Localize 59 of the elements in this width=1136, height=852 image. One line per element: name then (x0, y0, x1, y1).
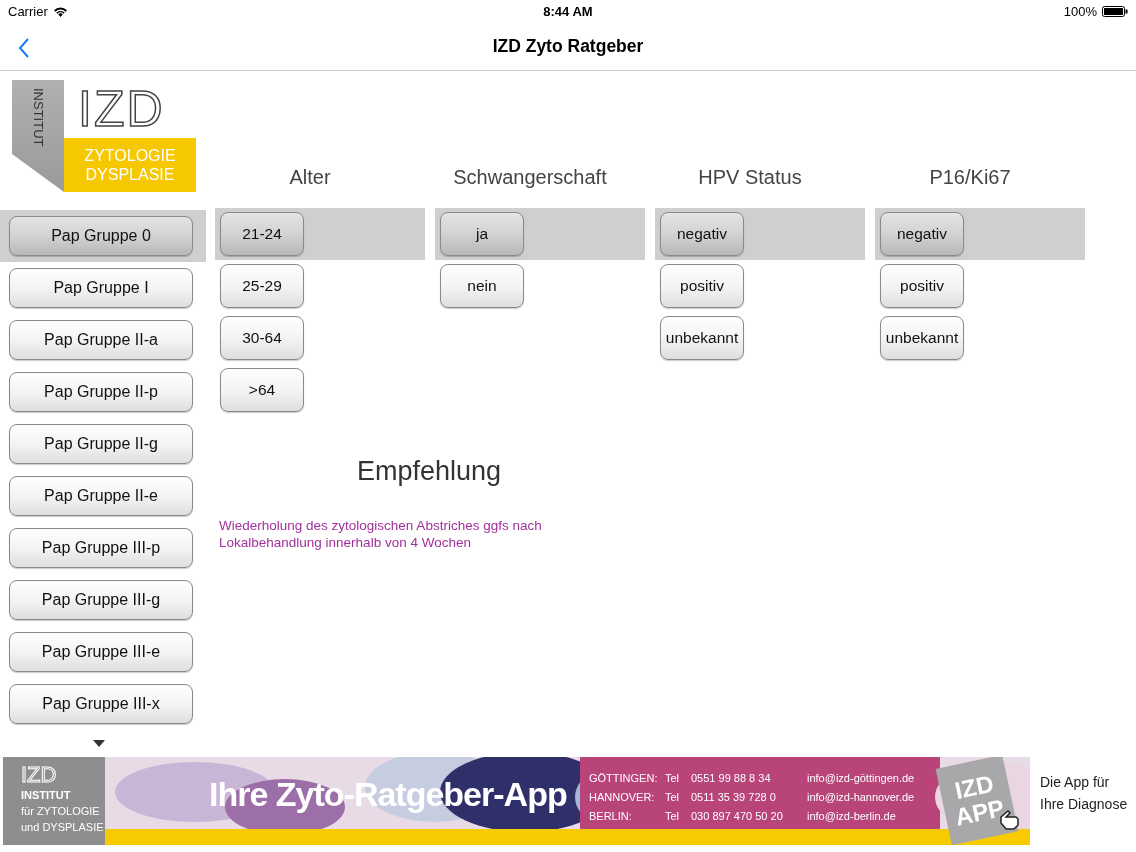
pap-group-button[interactable]: Pap Gruppe II-a (9, 320, 193, 360)
option-button[interactable]: negativ (880, 212, 964, 256)
pap-group-button[interactable]: Pap Gruppe III-e (9, 632, 193, 672)
option-button[interactable]: 21-24 (220, 212, 304, 256)
window-title: IZD Zyto Ratgeber (492, 35, 644, 57)
column-heading: Alter (288, 165, 332, 190)
option-button[interactable]: negativ (660, 212, 744, 256)
banner-logo-text: für ZYTOLOGIE (21, 804, 101, 819)
column-heading: HPV Status (697, 165, 803, 190)
banner-tel-label: Tel (665, 771, 681, 786)
logo-text: DYSPLASIE (85, 165, 175, 184)
option-button[interactable]: nein (440, 264, 524, 308)
pap-group-button[interactable]: Pap Gruppe II-p (9, 372, 193, 412)
carrier-label: Carrier (8, 3, 48, 19)
scroll-down-arrow-icon (93, 740, 105, 747)
banner-tel-label: Tel (665, 809, 681, 824)
wifi-icon (52, 5, 68, 17)
recommendation-heading: Empfehlung (357, 456, 503, 487)
recommendation-text: Wiederholung des zytologischen Abstriches ggfs nach Lokalbehandlung innerhalb von 4 Wochen (219, 517, 543, 551)
pap-group-button[interactable]: Pap Gruppe 0 (9, 216, 193, 256)
banner-city: GÖTTINGEN: (589, 771, 659, 786)
banner-email: info@izd-hannover.de (807, 790, 915, 805)
banner-phone: 0511 35 39 728 0 (691, 790, 777, 805)
status-time: 8:44 AM (543, 3, 593, 19)
pap-group-button[interactable]: Pap Gruppe III-p (9, 528, 193, 568)
banner-logo-text: und DYSPLASIE (21, 820, 105, 835)
column-heading: Schwangerschaft (452, 165, 608, 190)
banner-tagline: Die App für (1040, 773, 1111, 792)
option-button[interactable]: unbekannt (880, 316, 964, 360)
pap-group-button[interactable]: Pap Gruppe III-g (9, 580, 193, 620)
banner-tagline: Ihre Diagnose (1040, 795, 1129, 814)
option-button[interactable]: 25-29 (220, 264, 304, 308)
logo-text: IZD (77, 80, 166, 138)
back-chevron-icon (18, 38, 30, 58)
banner-phone: 0551 99 88 8 34 (691, 771, 772, 786)
banner-tel-label: Tel (665, 790, 681, 805)
option-button[interactable]: positiv (660, 264, 744, 308)
banner-email: info@izd-göttingen.de (807, 771, 915, 786)
option-button[interactable]: 30-64 (220, 316, 304, 360)
banner-email: info@izd-berlin.de (807, 809, 897, 824)
banner-logo-text: INSTITUT (21, 788, 72, 803)
option-button[interactable]: unbekannt (660, 316, 744, 360)
option-button[interactable]: ja (440, 212, 524, 256)
option-button[interactable]: positiv (880, 264, 964, 308)
pap-group-button[interactable]: Pap Gruppe II-g (9, 424, 193, 464)
banner-city: HANNOVER: (589, 790, 656, 805)
option-button[interactable]: >64 (220, 368, 304, 412)
banner-logo-text: IZD (21, 763, 58, 787)
logo-text: INSTITUT (30, 88, 46, 149)
banner-phone: 030 897 470 50 20 (691, 809, 784, 824)
banner-city: BERLIN: (589, 809, 633, 824)
logo-text: ZYTOLOGIE (84, 146, 176, 165)
column-heading: P16/Ki67 (928, 165, 1012, 190)
pap-group-button[interactable]: Pap Gruppe II-e (9, 476, 193, 516)
battery-icon (1102, 5, 1128, 17)
pap-group-button[interactable]: Pap Gruppe I (9, 268, 193, 308)
back-button[interactable] (16, 36, 32, 60)
pap-group-button[interactable]: Pap Gruppe III-x (9, 684, 193, 724)
battery-percent: 100% (1063, 3, 1097, 19)
